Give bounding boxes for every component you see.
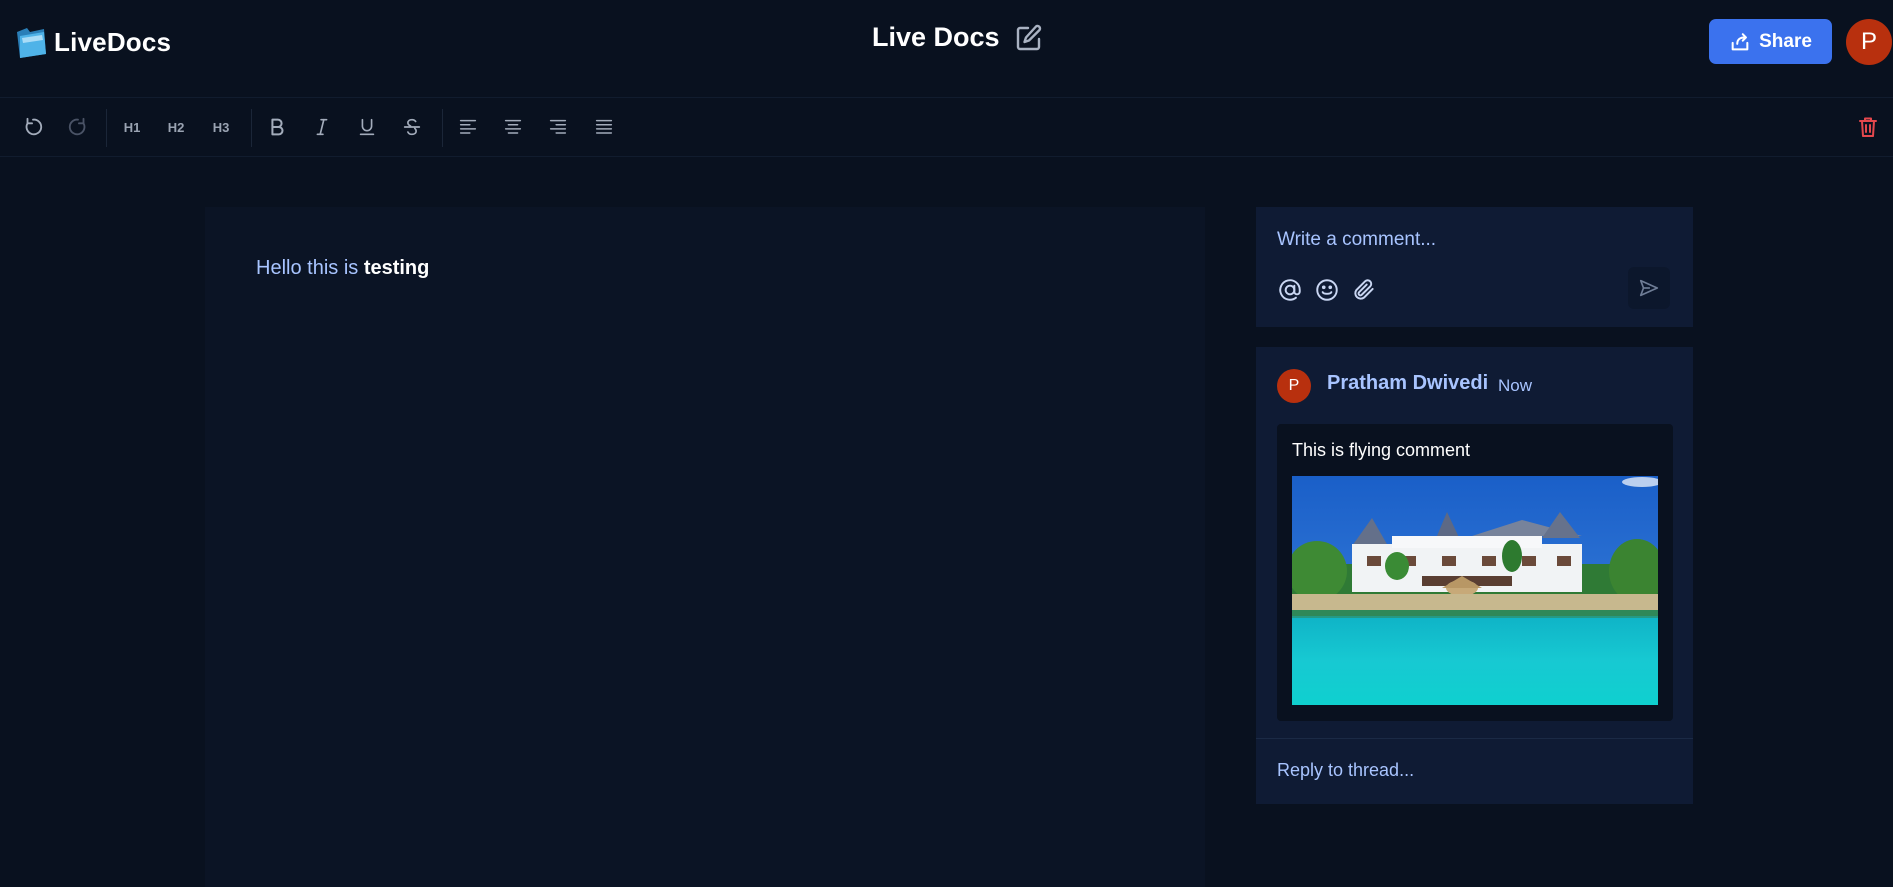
- bold-button[interactable]: [258, 107, 296, 147]
- align-justify-button[interactable]: [585, 107, 623, 147]
- align-justify-icon: [595, 119, 613, 134]
- formatting-toolbar: H1 H2 H3: [0, 99, 1893, 157]
- comment-timestamp: Now: [1498, 376, 1533, 395]
- bold-icon: [271, 118, 284, 136]
- comment-card: This is flying comment: [1277, 424, 1673, 721]
- send-icon: [1639, 279, 1659, 297]
- align-left-button[interactable]: [449, 107, 487, 147]
- delete-document-button[interactable]: [1850, 111, 1886, 143]
- underline-button[interactable]: [348, 107, 386, 147]
- toolbar-divider: [442, 109, 443, 147]
- send-comment-button[interactable]: [1628, 267, 1670, 309]
- strikethrough-button[interactable]: [393, 107, 431, 147]
- editor-text-normal: Hello this is: [256, 257, 364, 279]
- italic-icon: [316, 118, 328, 136]
- mention-icon[interactable]: [1277, 277, 1303, 303]
- share-icon: [1731, 32, 1749, 50]
- comment-author-name: Pratham Dwivedi: [1327, 372, 1489, 394]
- toolbar-divider: [106, 109, 107, 147]
- reply-input[interactable]: Reply to thread...: [1277, 760, 1414, 781]
- comment-thread: P Pratham Dwivedi Now This is flying com…: [1256, 347, 1693, 804]
- folder-logo-icon: [17, 28, 46, 58]
- undo-icon: [25, 117, 43, 136]
- heading-2-button[interactable]: H2: [157, 107, 195, 147]
- align-right-button[interactable]: [539, 107, 577, 147]
- document-title-area: Live Docs: [872, 22, 1044, 53]
- user-avatar[interactable]: P: [1846, 19, 1892, 65]
- thread-divider: [1256, 738, 1693, 739]
- align-left-icon: [459, 119, 477, 134]
- comment-input[interactable]: Write a comment...: [1277, 229, 1436, 251]
- heading-3-label: H3: [212, 119, 230, 135]
- align-right-icon: [549, 119, 567, 134]
- trash-icon: [1859, 117, 1877, 137]
- underline-icon: [359, 118, 375, 136]
- share-button[interactable]: Share: [1709, 19, 1832, 64]
- align-center-button[interactable]: [494, 107, 532, 147]
- comment-body: This is flying comment: [1292, 440, 1471, 460]
- strikethrough-icon: [403, 118, 421, 136]
- redo-icon: [68, 117, 86, 136]
- heading-1-label: H1: [123, 119, 141, 135]
- brand-name: LiveDocs: [54, 26, 172, 57]
- editor-text-bold: testing: [363, 257, 430, 279]
- attachment-icon[interactable]: [1351, 277, 1377, 303]
- brand[interactable]: LiveDocs: [14, 24, 171, 60]
- app-header: LiveDocs Live Docs Share P: [0, 0, 1893, 98]
- heading-3-button[interactable]: H3: [202, 107, 240, 147]
- comment-composer: Write a comment...: [1256, 207, 1693, 327]
- heading-1-button[interactable]: H1: [113, 107, 151, 147]
- share-label: Share: [1759, 30, 1812, 52]
- editor-content[interactable]: Hello this is testing: [256, 257, 429, 280]
- align-center-icon: [504, 119, 522, 134]
- document-title[interactable]: Live Docs: [872, 22, 1000, 53]
- edit-icon[interactable]: [1014, 23, 1044, 53]
- italic-button[interactable]: [303, 107, 341, 147]
- comment-author-avatar: P: [1277, 369, 1311, 403]
- toolbar-divider: [251, 109, 252, 147]
- emoji-icon[interactable]: [1314, 277, 1340, 303]
- document-editor[interactable]: Hello this is testing: [205, 207, 1205, 887]
- comment-attachment-image[interactable]: [1292, 476, 1658, 705]
- undo-button[interactable]: [14, 107, 52, 147]
- heading-2-label: H2: [167, 119, 185, 135]
- redo-button[interactable]: [59, 107, 97, 147]
